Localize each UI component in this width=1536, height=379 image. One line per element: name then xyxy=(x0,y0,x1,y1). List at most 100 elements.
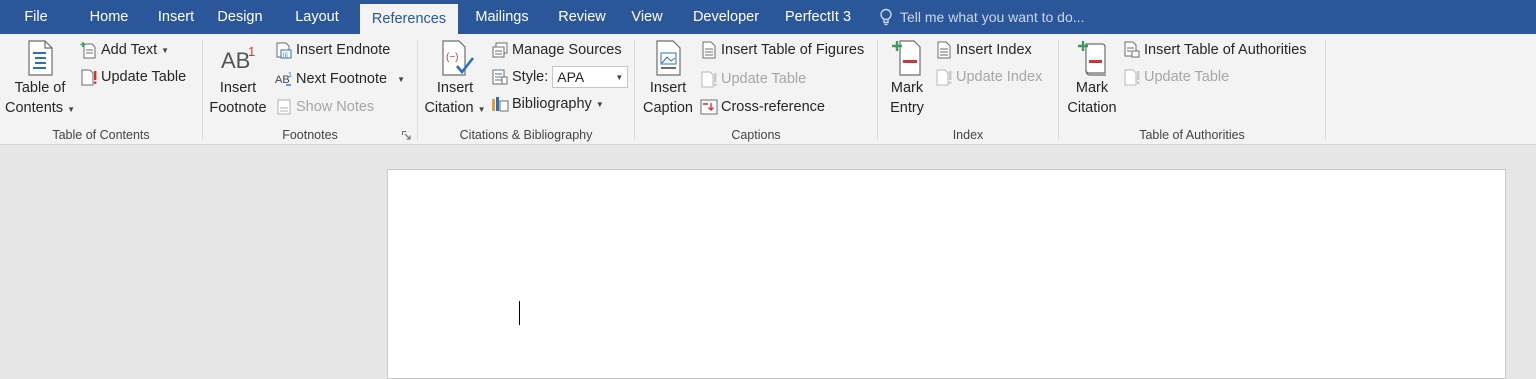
insert-citation-label-2: Citation ▼ xyxy=(424,100,486,116)
mark-entry-button[interactable]: Mark Entry xyxy=(880,40,934,118)
document-area xyxy=(0,146,1536,379)
group-label-table-of-contents: Table of Contents xyxy=(52,128,150,142)
tab-mailings[interactable]: Mailings xyxy=(458,0,546,34)
cross-reference-button[interactable]: Cross-reference xyxy=(700,96,825,118)
mark-entry-label-2: Entry xyxy=(890,100,924,116)
svg-text:1: 1 xyxy=(248,44,255,59)
mark-entry-label-1: Mark xyxy=(890,80,924,96)
ribbon-tab-bar: File Home Insert Design Layout Reference… xyxy=(0,0,1536,34)
bibliography-label: Bibliography xyxy=(512,96,592,112)
insert-citation-label-1: Insert xyxy=(436,80,474,96)
insert-table-of-authorities-button[interactable]: Insert Table of Authorities xyxy=(1123,39,1307,61)
insert-caption-button[interactable]: Insert Caption xyxy=(637,40,699,118)
manage-sources-icon xyxy=(492,42,508,58)
manage-sources-button[interactable]: Manage Sources xyxy=(491,39,622,61)
update-table-authorities-button[interactable]: Update Table xyxy=(1123,66,1229,88)
group-label-footnotes: Footnotes xyxy=(282,128,338,142)
style-icon xyxy=(492,69,508,85)
table-of-contents-label-1: Table of xyxy=(14,80,66,96)
style-dropdown[interactable]: APA ▼ xyxy=(552,66,629,88)
tab-developer[interactable]: Developer xyxy=(676,0,776,34)
svg-text:AB: AB xyxy=(221,48,250,73)
add-text-label: Add Text xyxy=(101,42,158,58)
svg-text:[i]: [i] xyxy=(283,53,288,59)
update-table-label: Update Table xyxy=(101,69,187,85)
bibliography-button[interactable]: Bibliography ▼ xyxy=(491,93,604,115)
style-selector: Style: APA ▼ xyxy=(491,66,629,88)
group-divider xyxy=(1325,40,1326,140)
insert-caption-icon xyxy=(656,40,681,76)
add-text-button[interactable]: Add Text ▼ xyxy=(80,39,169,61)
group-label-index: Index xyxy=(952,128,984,142)
chevron-down-icon: ▼ xyxy=(67,105,75,114)
tab-insert[interactable]: Insert xyxy=(146,0,206,34)
mark-citation-icon xyxy=(1078,41,1106,76)
chevron-down-icon[interactable]: ▼ xyxy=(397,75,405,84)
style-label: Style: xyxy=(512,69,549,85)
svg-text:1: 1 xyxy=(288,72,292,79)
manage-sources-label: Manage Sources xyxy=(512,42,622,58)
insert-table-of-figures-label: Insert Table of Figures xyxy=(721,42,865,58)
chevron-down-icon: ▼ xyxy=(477,105,486,114)
lightbulb-icon xyxy=(880,8,892,26)
insert-index-button[interactable]: Insert Index xyxy=(935,39,1032,61)
show-notes-label: Show Notes xyxy=(296,99,375,115)
style-dropdown-value: APA xyxy=(557,69,585,85)
next-footnote-label: Next Footnote xyxy=(296,71,388,87)
update-table-icon xyxy=(81,69,97,86)
tab-design[interactable]: Design xyxy=(206,0,274,34)
group-table-of-contents: Table of Contents ▼ Add Text ▼ Update Tabl… xyxy=(0,34,202,145)
tell-me-box[interactable]: Tell me what you want to do... xyxy=(878,0,1084,34)
bibliography-icon xyxy=(492,97,509,112)
insert-table-of-figures-button[interactable]: Insert Table of Figures xyxy=(700,39,864,61)
group-index: Mark Entry Insert Index Update Index Ind… xyxy=(878,34,1058,145)
ribbon-references: Table of Contents ▼ Add Text ▼ Update Tabl… xyxy=(0,34,1536,145)
insert-endnote-button[interactable]: [i] Insert Endnote xyxy=(275,39,390,61)
tab-perfectit[interactable]: PerfectIt 3 xyxy=(776,0,860,34)
insert-caption-label-2: Caption xyxy=(643,100,693,116)
mark-citation-button[interactable]: Mark Citation xyxy=(1061,40,1123,118)
insert-footnote-label-1: Insert xyxy=(219,80,257,96)
document-page[interactable] xyxy=(387,169,1506,379)
mark-citation-label-1: Mark xyxy=(1075,80,1109,96)
table-of-figures-icon xyxy=(702,41,716,59)
group-footnotes: AB 1 Insert Footnote [i] Insert Endnote … xyxy=(203,34,417,145)
tab-view[interactable]: View xyxy=(618,0,676,34)
show-notes-button[interactable]: Show Notes xyxy=(275,96,374,118)
mark-entry-icon xyxy=(892,40,921,76)
tab-layout[interactable]: Layout xyxy=(274,0,360,34)
update-table-button[interactable]: Update Table xyxy=(80,66,186,88)
update-table-label: Update Table xyxy=(721,71,807,87)
show-notes-icon xyxy=(277,99,291,115)
chevron-down-icon: ▼ xyxy=(615,72,624,82)
next-footnote-button[interactable]: AB 1 Next Footnote ▼ xyxy=(275,68,405,90)
insert-footnote-label-2: Footnote xyxy=(209,100,267,116)
update-table-icon xyxy=(1124,69,1140,86)
insert-citation-button[interactable]: (−) Insert Citation ▼ xyxy=(422,40,488,120)
tab-home[interactable]: Home xyxy=(72,0,146,34)
tab-file[interactable]: File xyxy=(0,0,72,34)
tab-references[interactable]: References xyxy=(360,4,458,34)
insert-index-icon xyxy=(937,41,951,59)
update-table-label: Update Table xyxy=(1144,69,1230,85)
chevron-down-icon: ▼ xyxy=(161,45,170,55)
table-of-contents-label-2: Contents ▼ xyxy=(5,100,75,116)
update-index-label: Update Index xyxy=(956,69,1043,85)
insert-endnote-label: Insert Endnote xyxy=(296,42,391,58)
update-index-button[interactable]: Update Index xyxy=(935,66,1042,88)
update-index-icon xyxy=(936,69,952,86)
group-table-of-authorities: Mark Citation Insert Table of Authoritie… xyxy=(1059,34,1325,145)
table-of-contents-button[interactable]: Table of Contents ▼ xyxy=(4,40,76,120)
text-cursor xyxy=(519,301,520,325)
cross-reference-icon xyxy=(700,99,718,115)
insert-footnote-button[interactable]: AB 1 Insert Footnote xyxy=(205,40,271,118)
group-citations-bibliography: (−) Insert Citation ▼ Manage Sources Styl… xyxy=(418,34,634,145)
update-table-figures-button[interactable]: Update Table xyxy=(700,68,806,90)
table-of-authorities-icon xyxy=(1124,41,1140,58)
group-label-table-of-authorities: Table of Authorities xyxy=(1139,128,1245,142)
tab-review[interactable]: Review xyxy=(546,0,618,34)
insert-table-of-authorities-label: Insert Table of Authorities xyxy=(1144,42,1307,58)
mark-citation-label-2: Citation xyxy=(1067,100,1117,116)
group-label-captions: Captions xyxy=(731,128,781,142)
table-of-contents-icon xyxy=(28,40,53,76)
